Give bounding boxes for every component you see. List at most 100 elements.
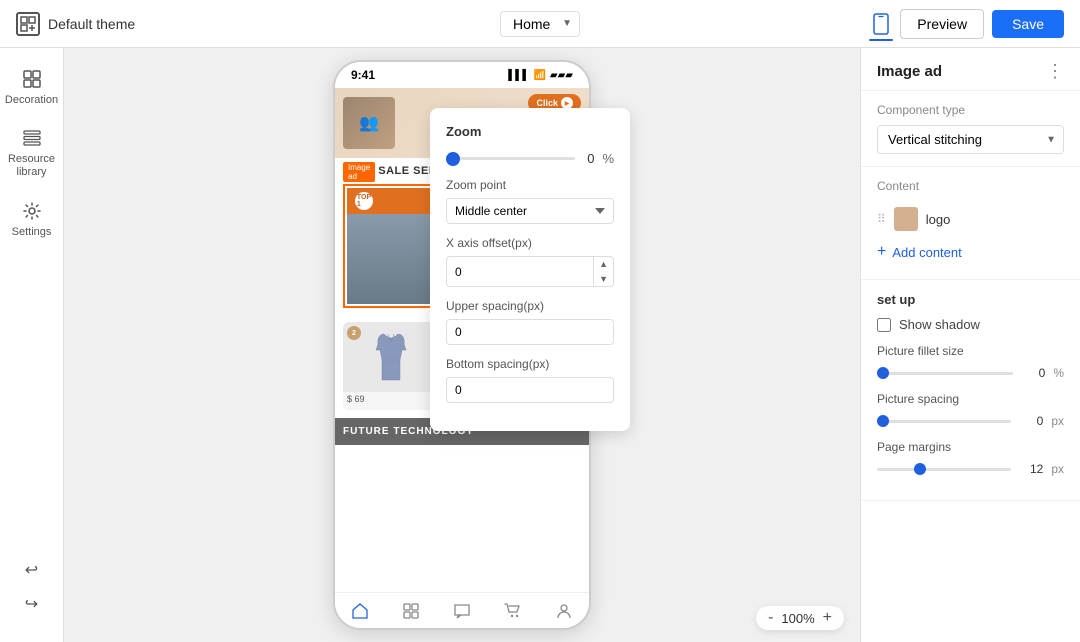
topbar-left: Default theme xyxy=(16,12,488,36)
picture-spacing-label: Picture spacing xyxy=(877,392,1064,406)
topbar: Default theme Home ▼ Preview Save xyxy=(0,0,1080,48)
bottom-spacing-input[interactable] xyxy=(446,377,614,403)
sidebar-item-settings[interactable]: Settings xyxy=(4,192,60,247)
logo-thumbnail xyxy=(894,207,918,231)
battery-icon: ▰▰▰ xyxy=(550,70,573,81)
panel-more-icon[interactable]: ⋮ xyxy=(1046,62,1064,80)
show-shadow-row: Show shadow xyxy=(877,317,1064,332)
redo-button[interactable]: ↪ xyxy=(18,590,46,618)
phone-view-icon[interactable] xyxy=(870,13,892,35)
picture-spacing-value: 0 xyxy=(1019,414,1043,428)
show-shadow-label: Show shadow xyxy=(899,317,980,332)
picture-spacing-row: 0 px xyxy=(877,414,1064,428)
add-content-label: Add content xyxy=(892,245,961,260)
zoom-plus-button[interactable]: + xyxy=(823,610,832,626)
picture-fillet-value: 0 xyxy=(1021,366,1045,380)
page-margins-slider[interactable] xyxy=(877,468,1011,471)
nav-dropdown[interactable]: Home xyxy=(500,11,580,37)
page-margins-label: Page margins xyxy=(877,440,1064,454)
content-section: Content ⠿ logo + Add content xyxy=(861,167,1080,280)
sidebar-settings-label: Settings xyxy=(12,226,52,239)
upper-spacing-input[interactable] xyxy=(446,319,614,345)
page-margins-value: 12 xyxy=(1019,462,1043,476)
sidebar-decoration-label: Decoration xyxy=(5,94,58,107)
right-panel: Image ad ⋮ Component type Vertical stitc… xyxy=(860,48,1080,642)
nav-cart-item[interactable] xyxy=(504,602,522,620)
panel-header: Image ad ⋮ xyxy=(861,48,1080,91)
dress-illustration xyxy=(372,330,410,384)
show-shadow-checkbox[interactable] xyxy=(877,318,891,332)
nav-apps-item[interactable] xyxy=(402,602,420,620)
setup-label: set up xyxy=(877,292,1064,307)
component-type-select[interactable]: Vertical stitching xyxy=(877,125,1064,154)
product-image-1: 2 xyxy=(343,322,438,392)
add-content-button[interactable]: + Add content xyxy=(877,237,1064,267)
rank-2-text: 2 xyxy=(352,330,356,337)
x-axis-label: X axis offset(px) xyxy=(446,236,614,250)
zoom-point-label: Zoom point xyxy=(446,178,614,192)
x-axis-down-arrow[interactable]: ▼ xyxy=(594,272,613,287)
bottom-spacing-label: Bottom spacing(px) xyxy=(446,357,614,371)
product-price-1: $ 69 xyxy=(347,394,365,404)
product-card-1: 2 $ 69 xyxy=(343,322,438,410)
content-item-logo: ⠿ logo xyxy=(877,201,1064,237)
sidebar-item-resource[interactable]: Resource library xyxy=(4,119,60,187)
phone-status-bar: 9:41 ▌▌▌ 📶 ▰▰▰ xyxy=(335,62,589,88)
setup-section: set up Show shadow Picture fillet size 0… xyxy=(861,280,1080,501)
nav-dropdown-wrap[interactable]: Home ▼ xyxy=(500,11,580,37)
sidebar-item-decoration[interactable]: Decoration xyxy=(4,60,60,115)
sidebar-resource-label: Resource library xyxy=(8,153,55,179)
zoom-value: 0 xyxy=(583,151,594,166)
topbar-center: Home ▼ xyxy=(500,11,580,37)
content-label: Content xyxy=(877,179,1064,193)
undo-button[interactable]: ↩ xyxy=(18,556,46,584)
drag-handle-icon[interactable]: ⠿ xyxy=(877,212,886,226)
x-axis-input[interactable] xyxy=(447,260,593,284)
picture-spacing-unit: px xyxy=(1051,414,1064,428)
x-axis-up-arrow[interactable]: ▲ xyxy=(594,257,613,272)
nav-home-item[interactable] xyxy=(351,602,369,620)
picture-spacing-slider[interactable] xyxy=(877,420,1011,423)
save-button[interactable]: Save xyxy=(992,10,1064,38)
phone-bottom-nav xyxy=(335,592,589,628)
resource-icon xyxy=(21,127,43,149)
zoom-minus-button[interactable]: - xyxy=(768,610,773,626)
canvas-zoom-bar: - 100% + xyxy=(756,606,844,630)
canvas-area: 9:41 ▌▌▌ 📶 ▰▰▰ 👥 xyxy=(64,48,860,642)
click-label: Click xyxy=(536,98,558,108)
zoom-point-select[interactable]: Top leftTop centerTop rightMiddle leftMi… xyxy=(446,198,614,224)
rank-badge-2: 2 xyxy=(347,326,361,340)
nav-chat-item[interactable] xyxy=(453,602,471,620)
component-type-dropdown-wrap: Vertical stitching ▼ xyxy=(877,125,1064,154)
x-axis-input-wrap: ▲ ▼ xyxy=(446,256,614,287)
phone-status-icons: ▌▌▌ 📶 ▰▰▰ xyxy=(508,70,573,81)
picture-fillet-unit: % xyxy=(1053,366,1064,380)
nav-profile-item[interactable] xyxy=(555,602,573,620)
sidebar-bottom: ↩ ↪ xyxy=(18,544,46,630)
topbar-right: Preview Save xyxy=(592,9,1064,39)
zoom-slider-row: 0 % xyxy=(446,151,614,166)
sidebar: Decoration Resource library Settings xyxy=(0,48,64,642)
preview-button[interactable]: Preview xyxy=(900,9,984,39)
main-layout: Decoration Resource library Settings xyxy=(0,48,1080,642)
zoom-panel: Zoom 0 % Zoom point Top leftTop centerTo… xyxy=(430,108,630,431)
settings-icon xyxy=(21,200,43,222)
wifi-icon: 📶 xyxy=(533,70,545,81)
add-icon: + xyxy=(877,243,886,261)
page-margins-row: 12 px xyxy=(877,462,1064,476)
zoom-percent: % xyxy=(602,151,614,166)
x-axis-arrows: ▲ ▼ xyxy=(593,257,613,286)
app-title: Default theme xyxy=(48,16,135,32)
zoom-panel-title: Zoom xyxy=(446,124,614,139)
app-logo xyxy=(16,12,40,36)
upper-spacing-label: Upper spacing(px) xyxy=(446,299,614,313)
image-ad-label: Image ad xyxy=(343,162,375,182)
picture-fillet-slider[interactable] xyxy=(877,372,1013,375)
component-type-section: Component type Vertical stitching ▼ xyxy=(861,91,1080,167)
signal-icon: ▌▌▌ xyxy=(508,70,529,81)
component-type-label: Component type xyxy=(877,103,1064,117)
page-margins-unit: px xyxy=(1051,462,1064,476)
zoom-level-display: 100% xyxy=(781,611,814,626)
product-price-row-1: $ 69 xyxy=(343,392,438,406)
zoom-slider[interactable] xyxy=(446,157,575,160)
